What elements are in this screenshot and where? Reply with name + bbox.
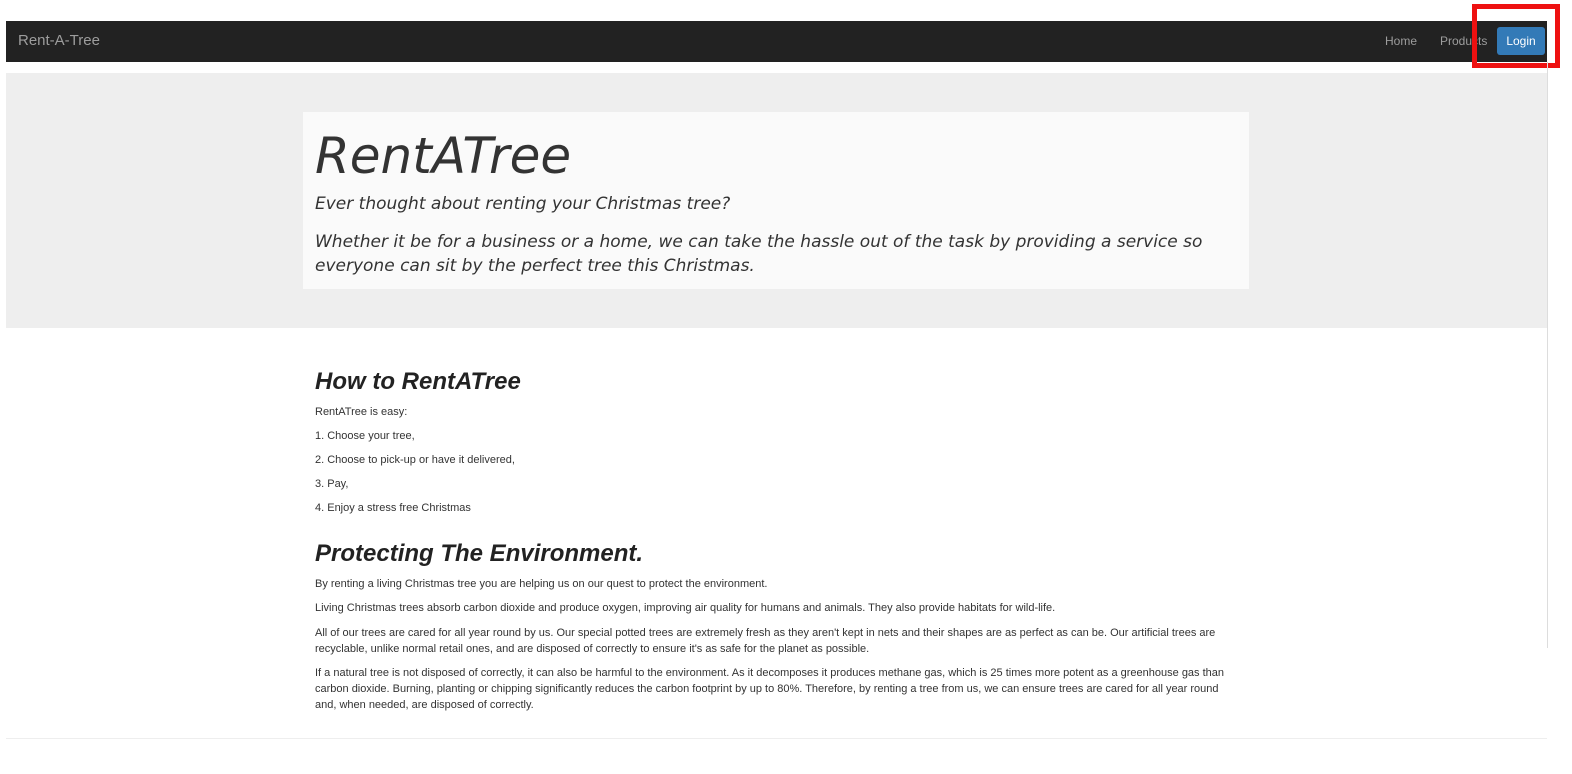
footer-divider: [6, 738, 1547, 739]
environment-paragraph: If a natural tree is not disposed of cor…: [315, 667, 1225, 711]
how-to-intro: RentATree is easy:: [315, 406, 408, 418]
nav-link-products[interactable]: Products: [1440, 34, 1487, 48]
how-to-heading: How to RentATree: [315, 368, 521, 395]
hero-body: Whether it be for a business or a home, …: [315, 232, 1203, 276]
how-to-step: 4. Enjoy a stress free Christmas: [315, 502, 471, 514]
hero-subtitle: Ever thought about renting your Christma…: [315, 194, 731, 214]
login-button[interactable]: Login: [1497, 27, 1545, 55]
environment-paragraph: Living Christmas trees absorb carbon dio…: [315, 602, 1056, 614]
hero-card: RentATree Ever thought about renting you…: [303, 112, 1249, 289]
how-to-step: 2. Choose to pick-up or have it delivere…: [315, 454, 515, 466]
brand-link[interactable]: Rent-A-Tree: [18, 32, 100, 49]
hero-title: RentATree: [315, 127, 572, 185]
environment-heading: Protecting The Environment.: [315, 540, 644, 567]
environment-paragraph: All of our trees are cared for all year …: [315, 627, 1216, 655]
environment-paragraph: By renting a living Christmas tree you a…: [315, 578, 768, 590]
nav-link-home[interactable]: Home: [1385, 34, 1417, 48]
hero-section: RentATree Ever thought about renting you…: [6, 73, 1547, 328]
page: Rent-A-Tree Home Products Login RentATre…: [0, 0, 1572, 774]
how-to-step: 3. Pay,: [315, 478, 349, 490]
how-to-step: 1. Choose your tree,: [315, 430, 415, 442]
scrollbar-edge: [1547, 62, 1548, 648]
navbar: Rent-A-Tree Home Products Login: [6, 21, 1547, 62]
